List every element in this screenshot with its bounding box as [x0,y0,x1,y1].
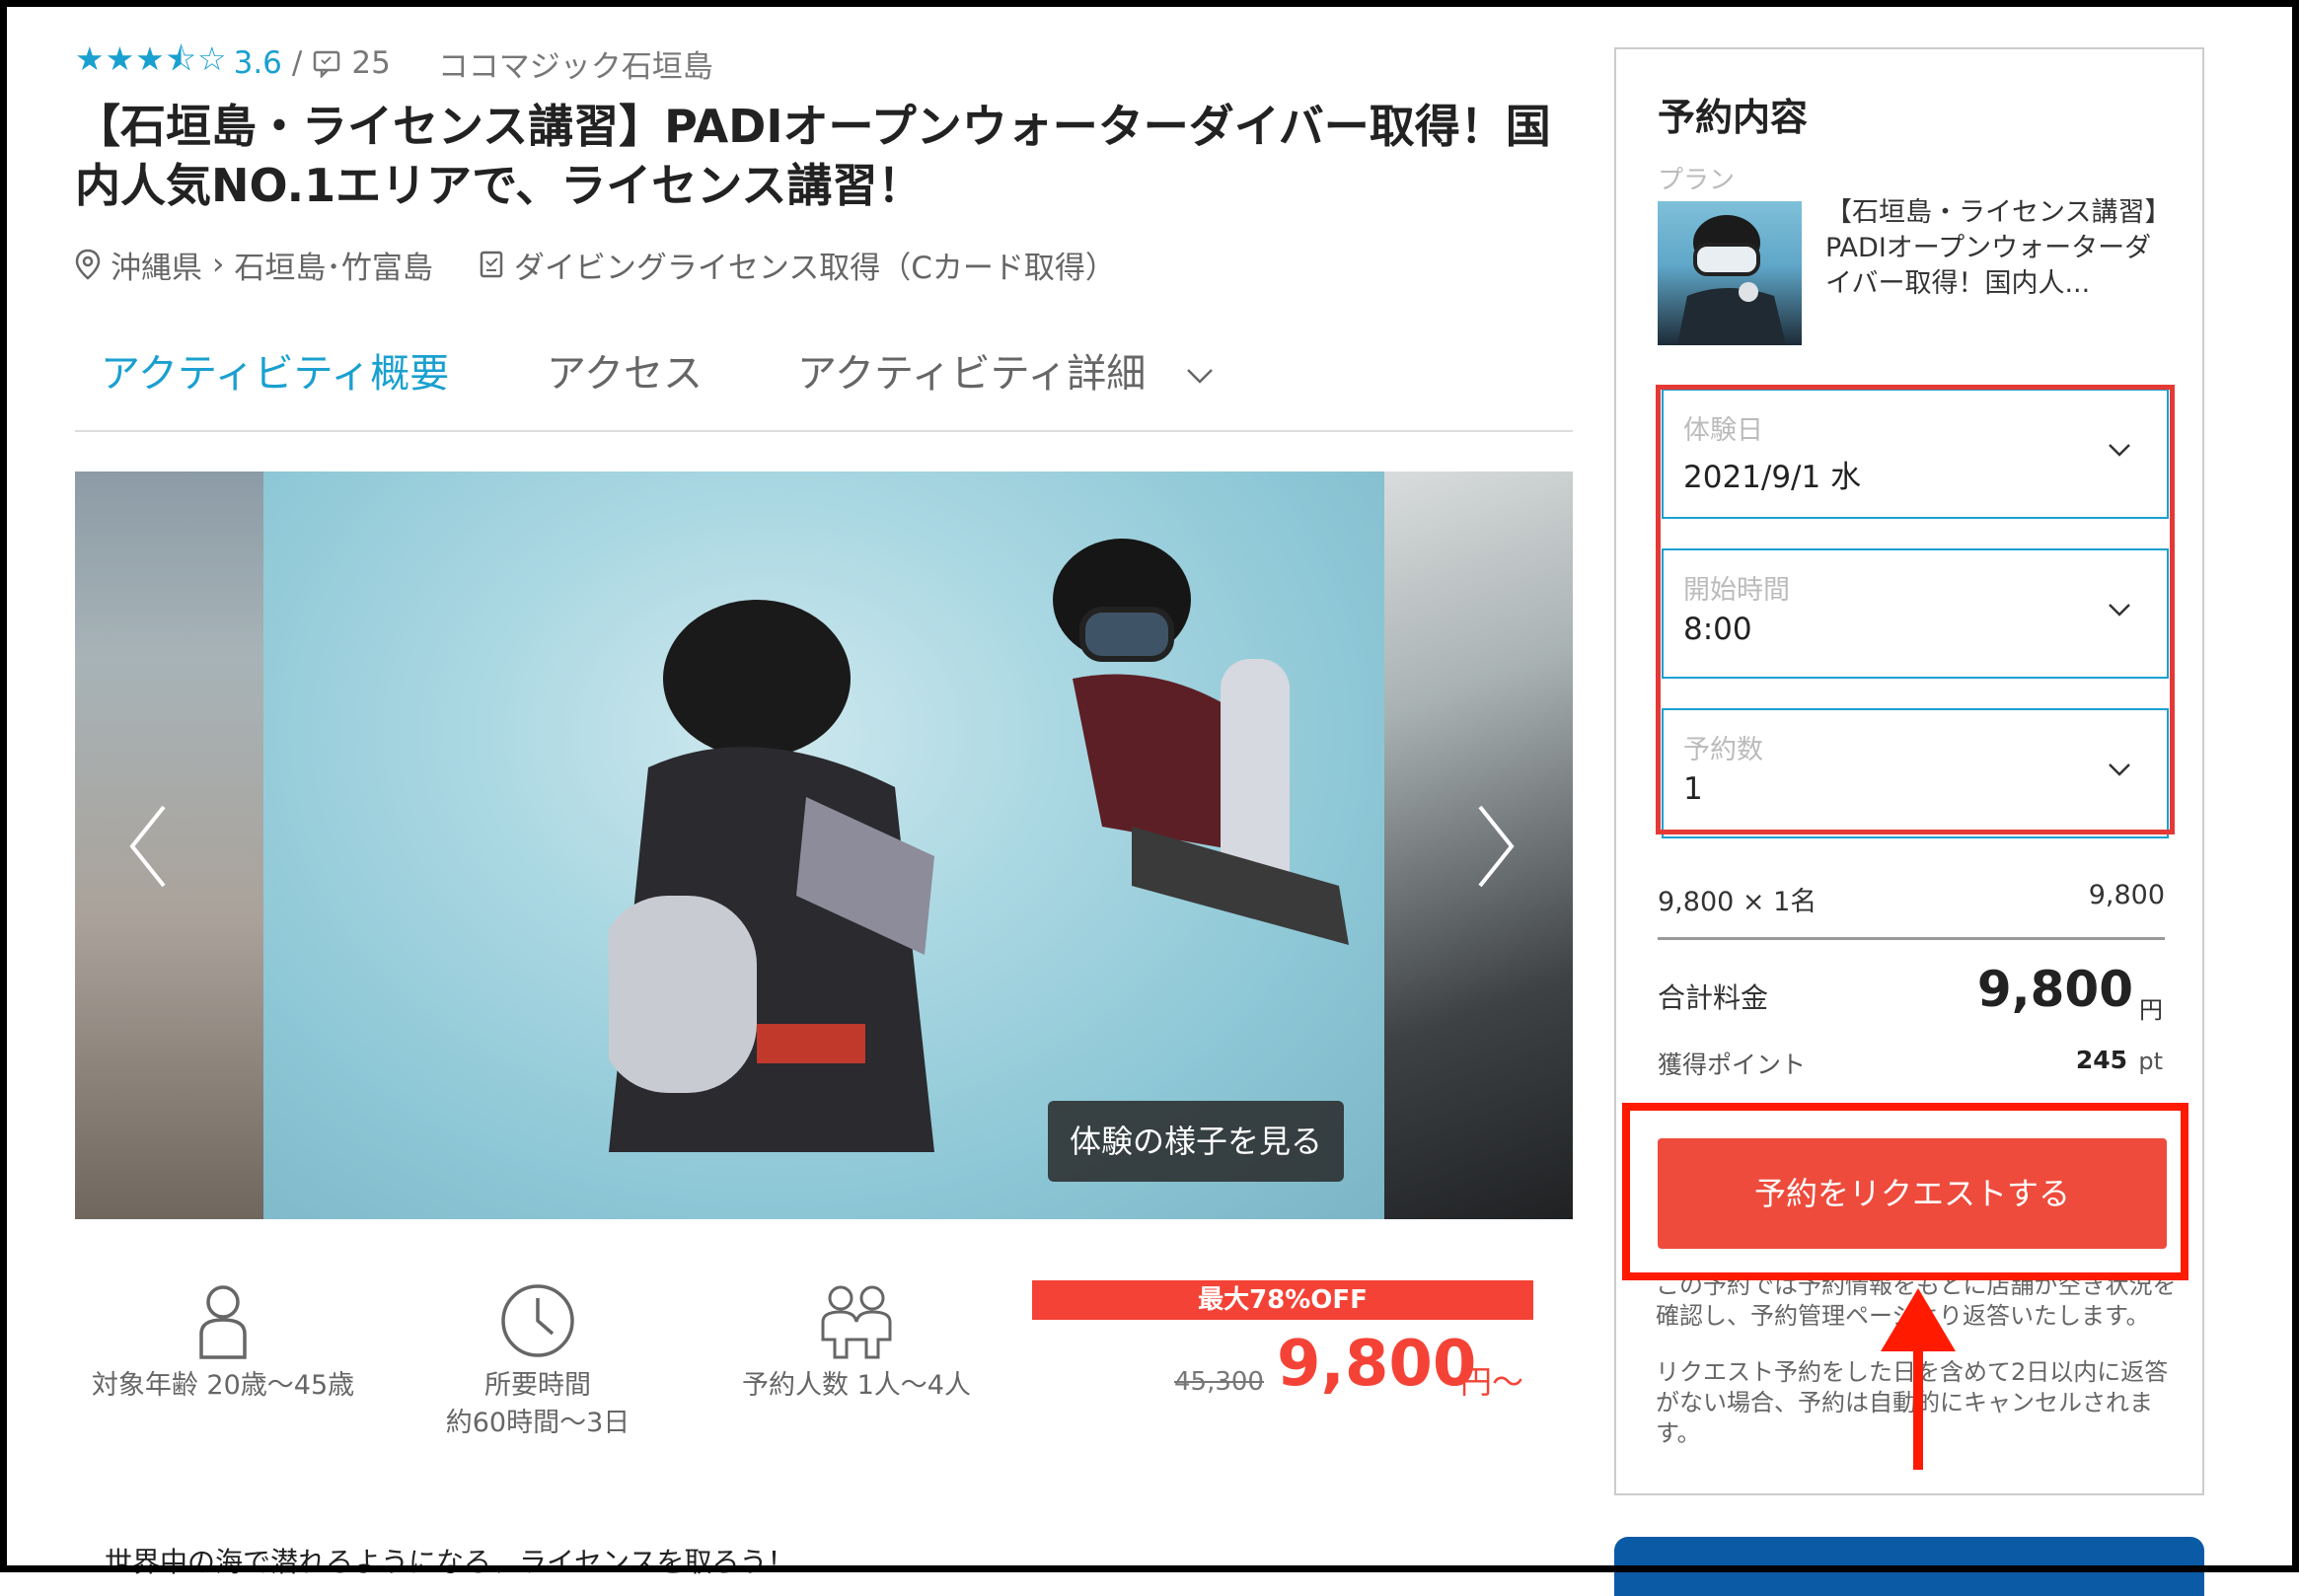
tab-details-label: アクティビティ詳細 [797,351,1147,397]
group-size-info: 予約人数 1人〜4人 [728,1282,985,1405]
photo-gallery[interactable]: 体験の様子を見る [75,472,1573,1219]
review-icon [314,50,340,78]
total-label: 合計料金 [1658,981,1769,1014]
tab-overview[interactable]: アクティビティ概要 [101,345,449,430]
request-booking-button[interactable]: 予約をリクエストする [1658,1138,2167,1249]
description-heading: 世界中の海で潜れるようになる、ライセンスを取ろう！ [105,1546,795,1578]
points-label: 獲得ポイント [1658,1051,1807,1079]
total-value: 9,800 [1976,961,2133,1018]
original-price: 45,300 [1174,1367,1264,1397]
start-time-label: 開始時間 [1683,575,1790,606]
total-unit: 円 [2139,996,2163,1024]
date-label: 体験日 [1683,415,1763,446]
rating-value: 3.6 [233,45,282,81]
tab-details[interactable]: アクティビティ詳細 [797,345,1214,430]
duration-label: 所要時間 [484,1370,591,1401]
banner-peek [1614,1537,2204,1596]
view-experience-button[interactable]: 体験の様子を見る [1048,1101,1344,1182]
location-city-link[interactable]: 石垣島･竹富島 [234,243,433,287]
target-age-text: 対象年齢 20歳〜45歳 [91,1370,355,1401]
location-prefecture-link[interactable]: 沖縄県 [111,243,202,287]
chevron-down-icon [2109,763,2130,776]
chevron-down-icon [2109,604,2130,617]
star-rating-icon: ★★★⯪☆ [75,39,228,78]
booking-sidebar: 予約内容 プラン 【石垣島・ライセンス講習】PADIオープンウォーターダイバー取… [1614,47,2204,1495]
gallery-prev-arrow-icon[interactable] [118,797,178,896]
quantity-value: 1 [1683,771,1703,807]
chevron-down-icon [2109,444,2130,457]
duration-value: 約60時間〜3日 [445,1408,630,1438]
annotation-arrow-icon [1881,1288,1956,1470]
diver-thumbnail-icon [1677,215,1786,345]
plan-thumbnail-image [1658,201,1802,345]
tab-access[interactable]: アクセス [547,345,703,430]
start-time-value: 8:00 [1683,612,1752,647]
rating-separator: / [291,45,303,81]
review-count[interactable]: 25 [351,45,390,81]
price-calc-row: 9,800 × 1名 9,800 [1658,880,2165,918]
shop-name-link[interactable]: ココマジック石垣島 [438,41,713,86]
gallery-next-arrow-icon[interactable] [1466,797,1525,896]
divider [1658,937,2165,940]
price-unit: 円〜 [1460,1363,1524,1401]
category-icon [480,251,503,278]
breadcrumb-chevron-icon: › [212,247,225,282]
quantity-select[interactable]: 予約数 1 [1662,708,2169,838]
price-calc-label: 9,800 × 1名 [1658,887,1817,917]
discount-badge: 最大78%OFF [1032,1280,1533,1320]
group-size-text: 予約人数 1人〜4人 [742,1370,971,1401]
diver-figure-image [609,600,934,1152]
price-calc-value: 9,800 [2088,880,2165,910]
person-icon [199,1285,247,1359]
location-row: 沖縄県 › 石垣島･竹富島 ダイビングライセンス取得（Cカード取得） [75,243,1116,286]
tab-bar: アクティビティ概要 アクセス アクティビティ詳細 [75,345,1573,773]
target-age-info: 対象年齢 20歳〜45歳 [85,1282,361,1405]
booking-title: 予約内容 [1658,96,1809,139]
duration-info: 所要時間 約60時間〜3日 [414,1282,661,1442]
plan-name[interactable]: 【石垣島・ライセンス講習】PADIオープンウォーターダイバー取得！国内人... [1825,195,2171,302]
chevron-down-icon [1187,369,1213,384]
quantity-label: 予約数 [1683,735,1763,765]
date-value: 2021/9/1 水 [1683,460,1862,495]
points-value: 245 [2075,1046,2127,1074]
page-title: 【石垣島・ライセンス講習】PADIオープンウォーターダイバー取得！国内人気NO.… [75,100,1551,212]
plan-label: プラン [1658,166,1736,195]
instructor-figure-image [1053,539,1349,945]
rating-row: ★★★⯪☆ 3.6 / 25 ココマジック石垣島 [75,39,713,86]
group-icon [821,1285,892,1359]
current-price: 9,800 [1277,1328,1477,1401]
map-pin-icon [75,249,101,280]
clock-icon [501,1284,574,1357]
start-time-select[interactable]: 開始時間 8:00 [1662,548,2169,679]
points-unit: pt [2138,1048,2163,1075]
category-link[interactable]: ダイビングライセンス取得（Cカード取得） [514,243,1116,287]
date-select[interactable]: 体験日 2021/9/1 水 [1662,389,2169,519]
